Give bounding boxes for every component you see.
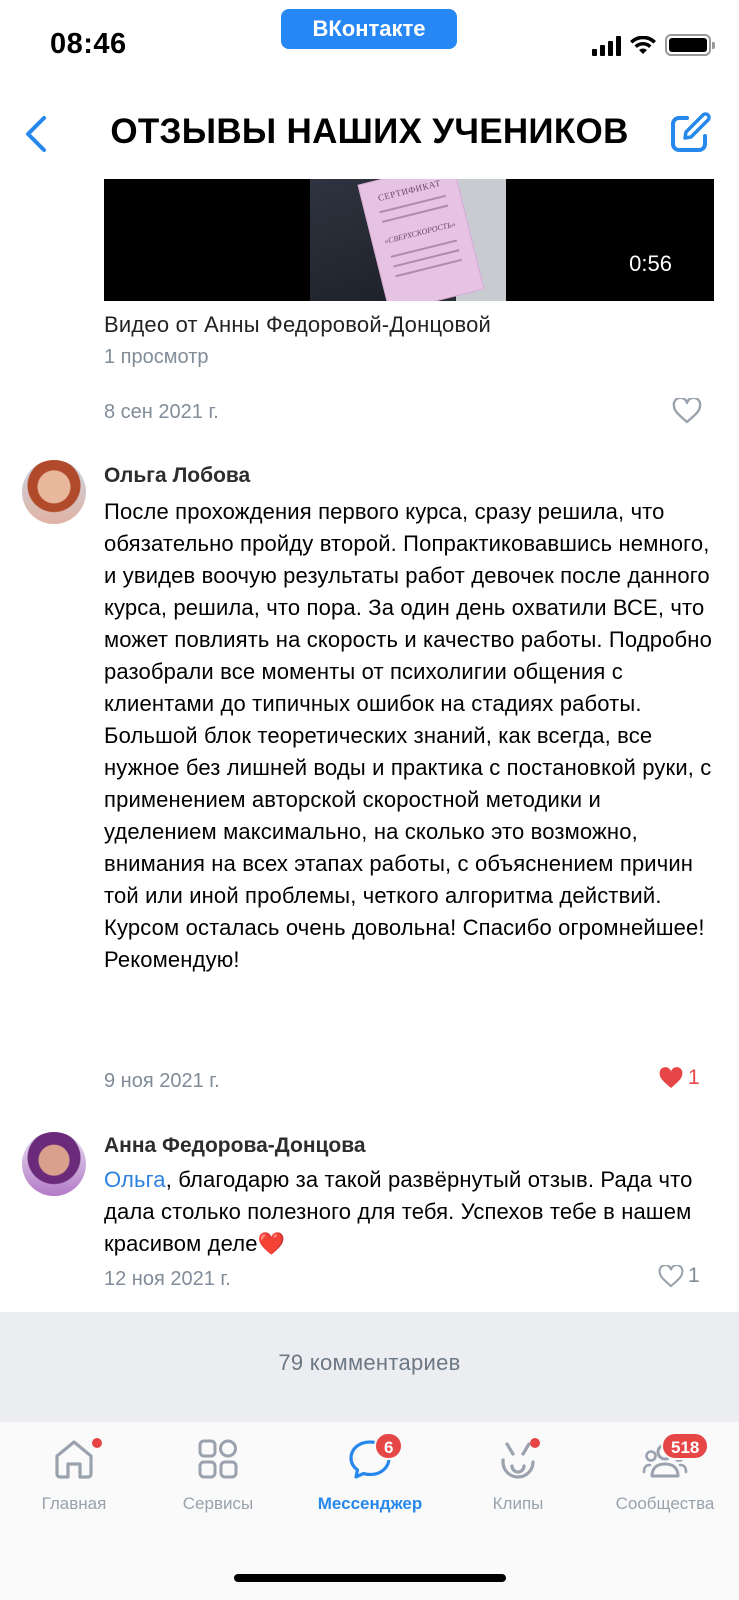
wifi-icon bbox=[630, 36, 656, 54]
nav-bar: ОТЗЫВЫ НАШИХ УЧЕНИКОВ bbox=[0, 90, 739, 176]
heart-outline-icon bbox=[658, 1264, 684, 1287]
video-views: 1 просмотр bbox=[104, 346, 209, 368]
home-indicator bbox=[234, 1574, 506, 1582]
comment-date: 12 ноя 2021 г. bbox=[104, 1268, 231, 1290]
comment-text: После прохождения первого курса, сразу р… bbox=[104, 499, 712, 972]
tab-label: Главная bbox=[41, 1494, 107, 1513]
heart-outline-icon[interactable] bbox=[672, 398, 702, 424]
video-duration: 0:56 bbox=[629, 251, 672, 276]
unread-badge: 6 bbox=[374, 1432, 404, 1460]
comment-text: Ольга, благодарю за такой развёрнутый от… bbox=[104, 1164, 714, 1260]
comments-footer[interactable]: 79 комментариев bbox=[0, 1312, 739, 1422]
tab-label: Сервисы bbox=[182, 1494, 254, 1513]
video-player[interactable]: СЕРТИФИКАТ «СВЕРХСКОРОСТЬ» 0:56 bbox=[104, 179, 714, 301]
notification-dot bbox=[530, 1438, 540, 1448]
return-to-app-pill[interactable]: ВКонтакте bbox=[281, 9, 457, 49]
tab-label: Клипы bbox=[492, 1494, 544, 1513]
like-count: 1 bbox=[688, 1264, 700, 1287]
post-date: 8 сен 2021 г. bbox=[104, 401, 219, 423]
avatar[interactable] bbox=[22, 1132, 86, 1196]
cellular-signal-icon bbox=[592, 36, 621, 56]
comment-text-body: , благодарю за такой развёрнутый отзыв. … bbox=[104, 1167, 693, 1256]
tab-messenger[interactable]: 6 Мессенджер bbox=[296, 1432, 444, 1532]
tab-services[interactable]: Сервисы bbox=[144, 1432, 292, 1532]
heart-filled-icon bbox=[659, 1066, 683, 1088]
compose-icon[interactable] bbox=[667, 110, 713, 156]
tab-label: Мессенджер bbox=[317, 1494, 423, 1513]
comment-author[interactable]: Анна Федорова-Донцова bbox=[104, 1134, 366, 1158]
battery-icon bbox=[665, 34, 715, 56]
video-title[interactable]: Видео от Анны Федоровой-Донцовой bbox=[104, 312, 491, 338]
avatar[interactable] bbox=[22, 460, 86, 524]
tab-clips[interactable]: Клипы bbox=[444, 1432, 592, 1532]
tab-label: Сообщества bbox=[615, 1494, 715, 1513]
comment-author[interactable]: Ольга Лобова bbox=[104, 464, 250, 488]
tab-home[interactable]: Главная bbox=[0, 1432, 148, 1532]
comments-count[interactable]: 79 комментариев bbox=[0, 1350, 739, 1376]
notification-dot bbox=[92, 1438, 102, 1448]
like-button[interactable]: 1 bbox=[658, 1066, 700, 1090]
like-button[interactable]: 1 bbox=[658, 1264, 700, 1288]
status-bar: 08:46 ВКонтакте bbox=[0, 0, 739, 90]
unread-badge: 518 bbox=[661, 1432, 710, 1460]
comment-date: 9 ноя 2021 г. bbox=[104, 1070, 220, 1092]
status-icons bbox=[592, 34, 715, 56]
tab-communities[interactable]: 518 Сообщества bbox=[591, 1432, 739, 1532]
services-icon bbox=[198, 1439, 238, 1479]
like-count: 1 bbox=[688, 1066, 700, 1089]
video-thumbnail: СЕРТИФИКАТ «СВЕРХСКОРОСТЬ» bbox=[310, 179, 506, 301]
status-time: 08:46 bbox=[50, 28, 127, 60]
mention-link[interactable]: Ольга bbox=[104, 1167, 166, 1192]
home-icon bbox=[55, 1440, 93, 1479]
page-title: ОТЗЫВЫ НАШИХ УЧЕНИКОВ bbox=[110, 112, 629, 151]
